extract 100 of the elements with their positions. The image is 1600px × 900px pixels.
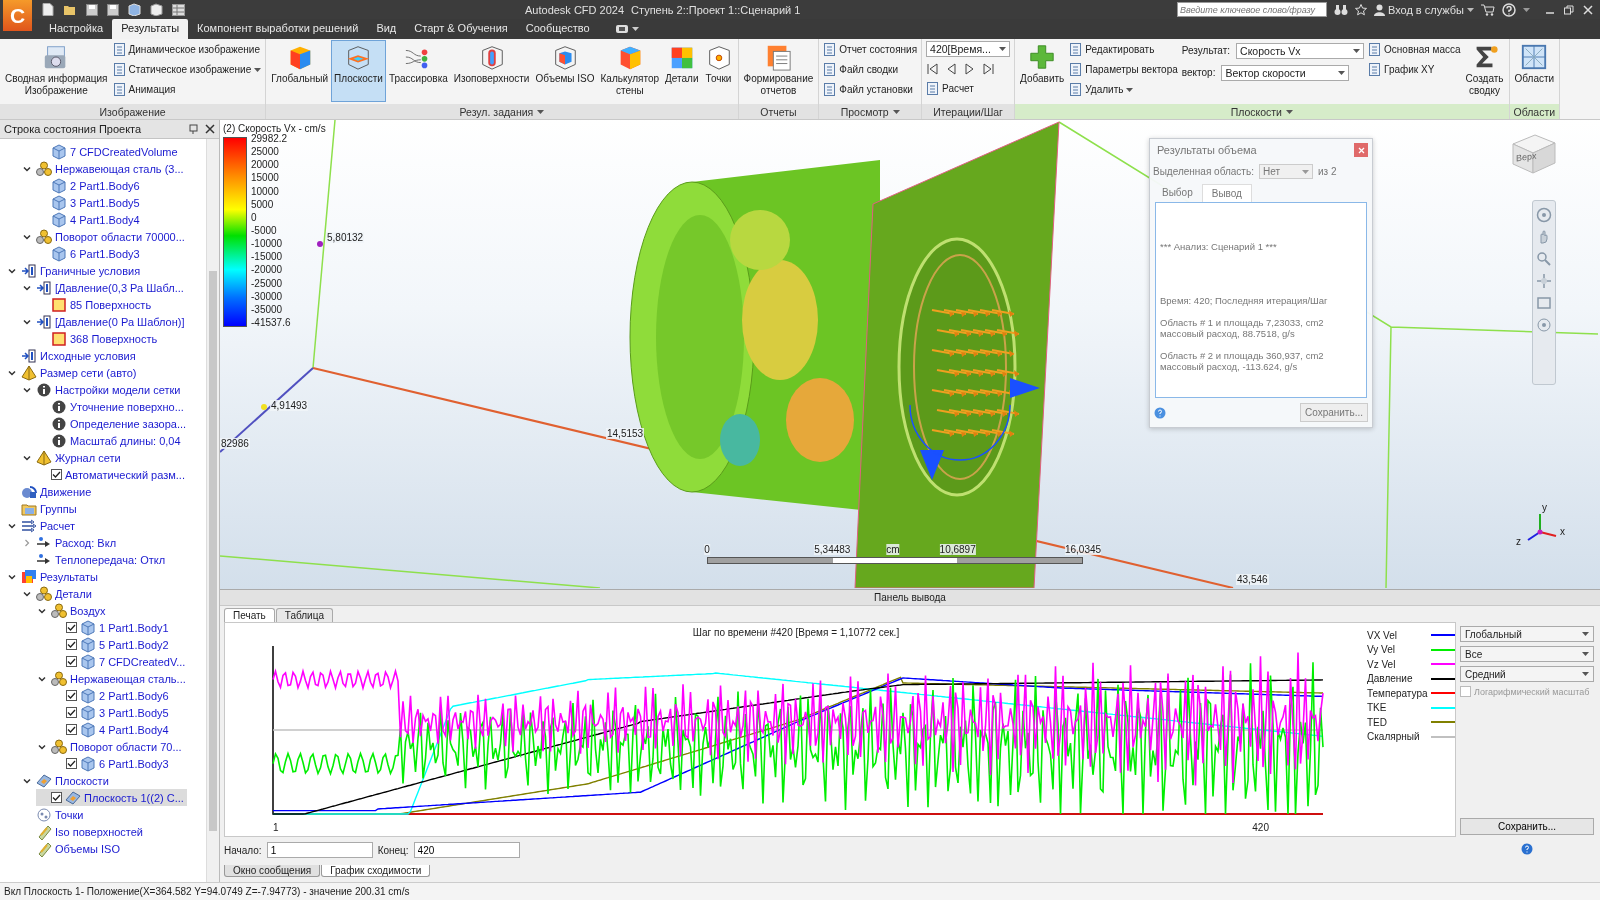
- new-file-icon[interactable]: [42, 3, 54, 16]
- checkbox[interactable]: [66, 724, 77, 735]
- ribbon-button[interactable]: Изоповерхности: [450, 40, 533, 102]
- scrollbar[interactable]: [206, 139, 219, 882]
- tree-item[interactable]: 7 CFDCreatedVolume: [36, 143, 181, 160]
- checkbox[interactable]: [66, 758, 77, 769]
- checkbox[interactable]: [66, 656, 77, 667]
- tree-item[interactable]: Граничные условия: [6, 262, 144, 279]
- save-button[interactable]: Сохранить...: [1299, 403, 1368, 422]
- tree-item[interactable]: Уточнение поверхно...: [36, 398, 187, 415]
- panel-tab[interactable]: Таблица: [275, 608, 333, 622]
- tree-item[interactable]: Теплопередача: Откл: [21, 551, 169, 568]
- tree-item[interactable]: Автоматический разм...: [36, 466, 188, 483]
- view-cube-label[interactable]: Верх: [1516, 150, 1537, 164]
- ribbon-button[interactable]: Глобальный: [268, 40, 331, 102]
- tree-item[interactable]: 7 CFDCreatedV...: [51, 653, 189, 670]
- tree-item[interactable]: Движение: [6, 483, 95, 500]
- ribbon-button[interactable]: Динамическое изображение: [112, 41, 262, 58]
- cart-icon[interactable]: [1481, 3, 1495, 16]
- checkbox[interactable]: [66, 707, 77, 718]
- tree-item[interactable]: 3 Part1.Body5: [36, 194, 143, 211]
- tree-item[interactable]: [Давление(0 Ра Шаблон)]: [21, 313, 188, 330]
- group-title[interactable]: Просмотр: [819, 104, 922, 119]
- ribbon-button[interactable]: Редактировать: [1069, 41, 1178, 58]
- folder-icon[interactable]: [63, 3, 77, 16]
- binoculars-icon[interactable]: [1333, 3, 1348, 16]
- menu-tab[interactable]: Настройка: [40, 19, 113, 39]
- tree-item[interactable]: Нержавеющая сталь...: [36, 670, 189, 687]
- menu-tab[interactable]: Старт & Обучения: [405, 19, 517, 39]
- group-title[interactable]: Области: [1509, 104, 1560, 119]
- dropdown[interactable]: Средний: [1460, 666, 1594, 682]
- help-icon[interactable]: [1521, 843, 1533, 855]
- save-button[interactable]: Сохранить...: [1460, 818, 1594, 835]
- tree-item[interactable]: Детали: [21, 585, 95, 602]
- table-icon[interactable]: [172, 3, 185, 16]
- tree-item[interactable]: Поворот области 70000...: [21, 228, 188, 245]
- ribbon-button[interactable]: Калькулятор стены: [597, 40, 663, 102]
- search-field[interactable]: Введите ключевое слово/фразу: [1176, 2, 1327, 17]
- tree-item[interactable]: Расчет: [6, 517, 78, 534]
- restore-icon[interactable]: [1563, 3, 1575, 16]
- ribbon-button[interactable]: Удалить: [1069, 81, 1178, 98]
- tree-item[interactable]: Точки: [21, 806, 87, 823]
- tree-item[interactable]: [Давление(0,3 Ра Шабл...: [21, 279, 187, 296]
- tree-item[interactable]: Журнал сети: [21, 449, 124, 466]
- tree-item[interactable]: 5 Part1.Body2: [51, 636, 172, 653]
- dialog-tab[interactable]: Вывод: [1201, 184, 1252, 202]
- panel-tab[interactable]: Печать: [224, 608, 275, 622]
- help-icon[interactable]: [1502, 2, 1516, 17]
- checkbox[interactable]: [51, 469, 62, 480]
- dropdown[interactable]: Все: [1460, 646, 1594, 662]
- group-title[interactable]: Изображение: [0, 104, 266, 119]
- group-title[interactable]: Плоскости: [1015, 104, 1509, 119]
- tree-item[interactable]: Размер сети (авто): [6, 364, 140, 381]
- save-icon[interactable]: [86, 3, 98, 16]
- tree-item[interactable]: 6 Part1.Body3: [51, 755, 172, 772]
- ribbon-button[interactable]: Файл установки: [823, 81, 918, 98]
- end-field[interactable]: 420: [413, 842, 520, 858]
- dialog-tab[interactable]: Выбор: [1153, 184, 1202, 202]
- tree-item[interactable]: 85 Поверхность: [36, 296, 155, 313]
- tree-item[interactable]: 1 Part1.Body1: [51, 619, 172, 636]
- first-step-icon[interactable]: [926, 62, 939, 75]
- pin-icon[interactable]: [189, 124, 199, 134]
- display-icon[interactable]: [614, 24, 629, 34]
- star-icon[interactable]: [1354, 3, 1367, 16]
- tree-item[interactable]: Нержавеющая сталь (3...: [21, 160, 187, 177]
- dropdown-field[interactable]: Скорость Vx: [1236, 42, 1365, 59]
- close-icon[interactable]: [205, 124, 215, 134]
- ribbon-button[interactable]: Точки: [701, 40, 736, 102]
- ribbon-button[interactable]: Файл сводки: [823, 61, 918, 78]
- tree-item[interactable]: 6 Part1.Body3: [36, 245, 143, 262]
- tree-item[interactable]: Воздух: [36, 602, 109, 619]
- checkbox[interactable]: [66, 690, 77, 701]
- ribbon-button[interactable]: Отчет состояния: [823, 41, 918, 58]
- ribbon-button[interactable]: Формирование отчетов: [740, 40, 817, 102]
- tree-item[interactable]: 368 Поверхность: [36, 330, 161, 347]
- tree-item[interactable]: Группы: [6, 500, 80, 517]
- ribbon-button[interactable]: Расчет: [926, 80, 1011, 97]
- tree-item[interactable]: Определение зазора...: [36, 415, 190, 432]
- tree-item[interactable]: Результаты: [6, 568, 101, 585]
- tree-item[interactable]: Плоскость 1((2) С...: [36, 789, 187, 806]
- menu-tab[interactable]: Результаты: [112, 19, 189, 39]
- tree-item[interactable]: Расход: Вкл: [21, 534, 120, 551]
- panel-tab[interactable]: График сходимости: [321, 865, 431, 877]
- tree-item[interactable]: 4 Part1.Body4: [36, 211, 143, 228]
- cube-icon[interactable]: [150, 3, 163, 16]
- group-title[interactable]: Отчеты: [738, 104, 819, 119]
- menu-tab[interactable]: Вид: [367, 19, 406, 39]
- ribbon-button[interactable]: Плоскости: [331, 40, 386, 102]
- checkbox[interactable]: [51, 792, 62, 803]
- tree-item[interactable]: 2 Part1.Body6: [36, 177, 143, 194]
- output-text-area[interactable]: *** Анализ: Сценарий 1 *** Время: 420; Последняя итерация/Шаг Область # 1 и площадь 7,23033, cm2 массовый расход, 88.7518, g/s Область # 2 и площадь 360,937, cm2 массовый расход, -113.624, g/s: [1155, 202, 1367, 398]
- checkbox[interactable]: [66, 639, 77, 650]
- tree-item[interactable]: Iso поверхностей: [21, 823, 146, 840]
- previous-step-icon[interactable]: [945, 62, 958, 75]
- ribbon-button[interactable]: График XY: [1368, 61, 1461, 78]
- group-title[interactable]: Итерации/Шаг: [922, 104, 1015, 119]
- panel-tab[interactable]: Окно сообщения: [224, 865, 321, 877]
- region-select[interactable]: Нет: [1258, 164, 1313, 179]
- tree-item[interactable]: Объемы ISO: [21, 840, 123, 857]
- ribbon-button[interactable]: Области: [1511, 40, 1558, 102]
